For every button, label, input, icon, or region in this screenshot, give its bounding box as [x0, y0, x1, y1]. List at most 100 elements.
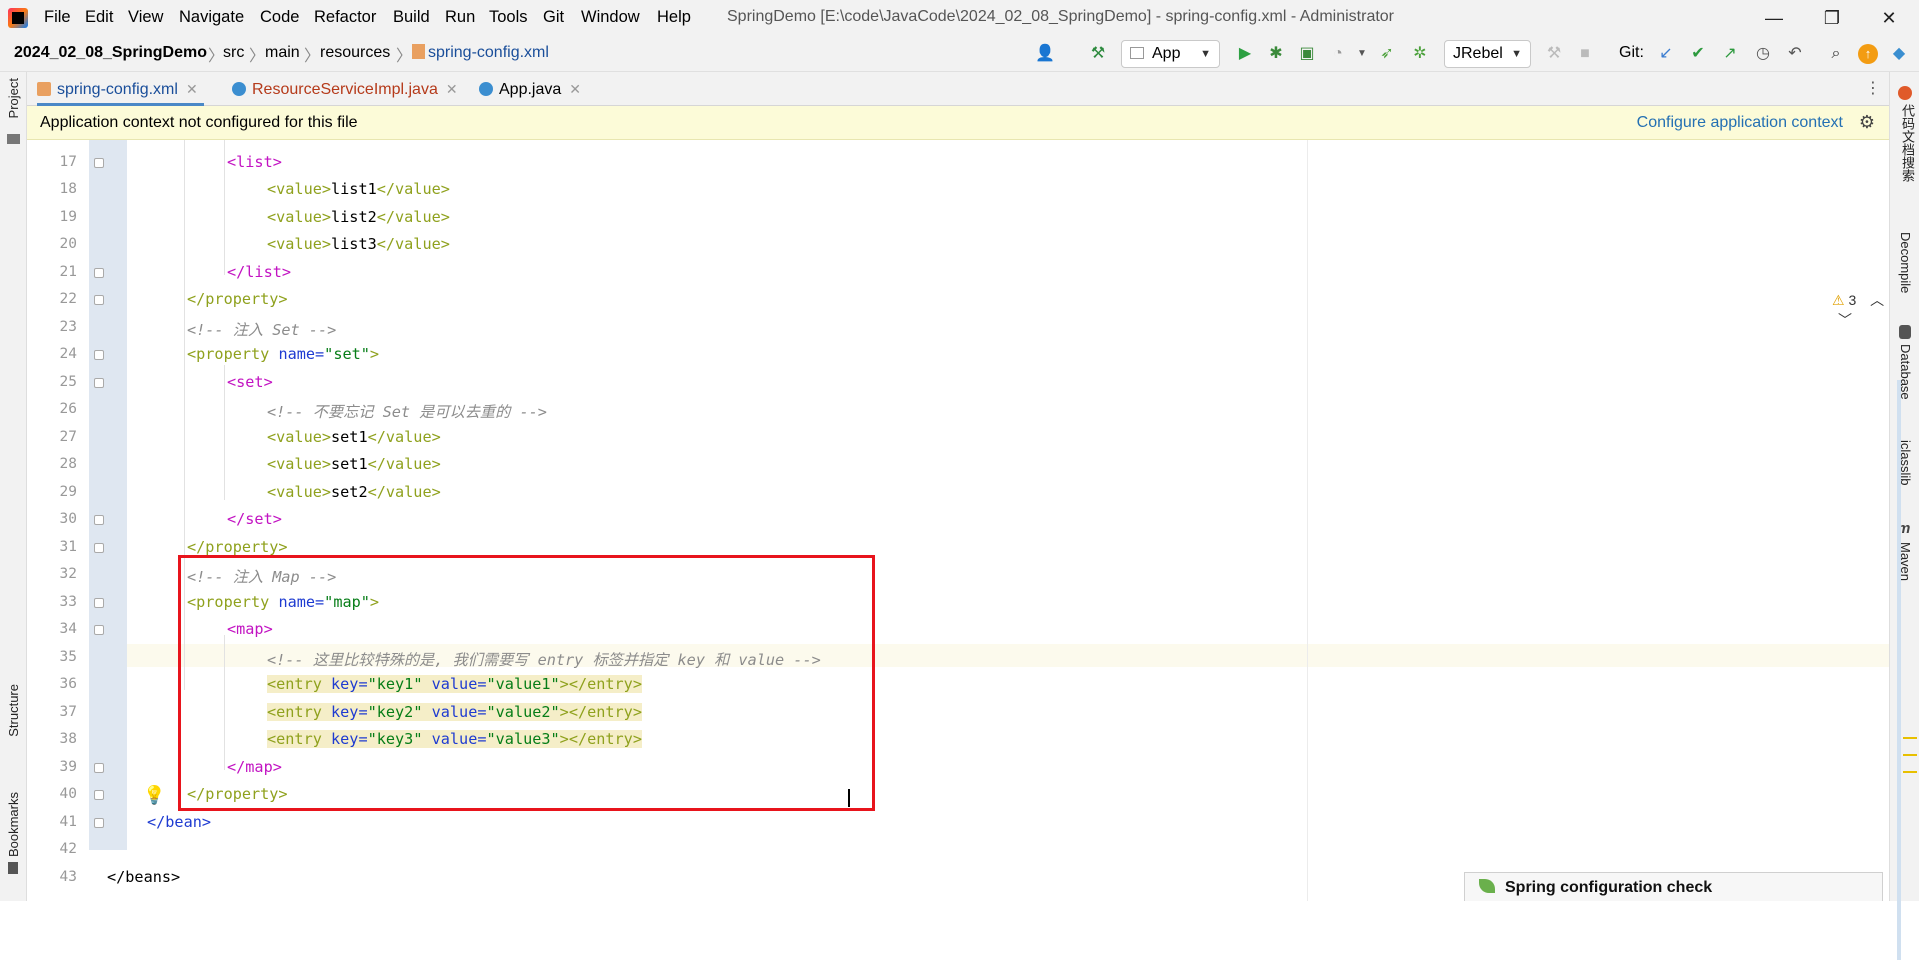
- ide-features-icon[interactable]: ◆: [1889, 44, 1909, 64]
- line-number: 39: [59, 759, 77, 775]
- code-line: <entry key="key1" value="value1"></entry…: [267, 675, 642, 693]
- menu-window[interactable]: Window: [581, 8, 640, 27]
- line-number: 21: [59, 264, 77, 280]
- configure-context-link[interactable]: Configure application context: [1637, 114, 1843, 132]
- code-line: <list>: [227, 153, 282, 171]
- restore-button[interactable]: ❐: [1815, 4, 1849, 32]
- fold-toggle[interactable]: [94, 295, 104, 305]
- fold-toggle[interactable]: [94, 598, 104, 608]
- menu-tools[interactable]: Tools: [489, 8, 528, 27]
- run-config-dropdown[interactable]: App ▼: [1121, 40, 1220, 68]
- scrollbar[interactable]: [1897, 380, 1901, 960]
- user-icon[interactable]: 👤: [1035, 44, 1055, 64]
- breadcrumb-main[interactable]: main: [265, 44, 300, 62]
- fold-toggle[interactable]: [94, 763, 104, 773]
- update-icon[interactable]: ↑: [1858, 44, 1878, 64]
- line-number: 43: [59, 869, 77, 885]
- rollback-icon[interactable]: ↶: [1785, 44, 1805, 64]
- line-number: 24: [59, 346, 77, 362]
- fold-toggle[interactable]: [94, 818, 104, 828]
- profile-icon[interactable]: ◔: [1328, 44, 1348, 64]
- close-icon[interactable]: ✕: [186, 81, 198, 97]
- decompile-tool-button[interactable]: Decompile: [1898, 232, 1913, 293]
- text-caret: [848, 789, 850, 807]
- menu-run[interactable]: Run: [445, 8, 475, 27]
- tab-spring-config-xml[interactable]: spring-config.xml ✕: [37, 72, 204, 106]
- breadcrumb-separator: 〉: [208, 48, 225, 65]
- minimize-button[interactable]: —: [1757, 4, 1791, 32]
- breadcrumb-separator: 〉: [304, 48, 321, 65]
- line-number: 37: [59, 704, 77, 720]
- jrebel-debug-icon[interactable]: ✲: [1410, 44, 1430, 64]
- menu-view[interactable]: View: [128, 8, 163, 27]
- git-push-icon[interactable]: ↗: [1720, 44, 1740, 64]
- debug-icon[interactable]: ✱: [1266, 44, 1286, 64]
- menu-git[interactable]: Git: [543, 8, 564, 27]
- hammer-disabled-icon: ⚒: [1546, 45, 1562, 62]
- line-number: 26: [59, 401, 77, 417]
- fold-toggle[interactable]: [94, 625, 104, 635]
- close-icon[interactable]: ✕: [446, 81, 458, 97]
- code-search-icon: [1898, 86, 1912, 100]
- build-hammer-icon[interactable]: ⚒: [1088, 44, 1108, 64]
- breadcrumb-project[interactable]: 2024_02_08_SpringDemo: [14, 44, 207, 62]
- run-icon[interactable]: ▶: [1235, 44, 1255, 64]
- fold-toggle[interactable]: [94, 790, 104, 800]
- tab-label: spring-config.xml: [57, 81, 178, 98]
- breadcrumb-src[interactable]: src: [223, 44, 244, 62]
- code-editor[interactable]: 17 18 19 20 21 22 23 24 25 26 27 28 29 3…: [27, 140, 1917, 960]
- fold-toggle[interactable]: [94, 515, 104, 525]
- editor-tab-bar: spring-config.xml ✕ ResourceServiceImpl.j…: [27, 72, 1889, 106]
- fold-toggle[interactable]: [94, 543, 104, 553]
- line-number: 19: [59, 209, 77, 225]
- fold-toggle[interactable]: [94, 158, 104, 168]
- git-commit-icon[interactable]: ✔: [1688, 44, 1708, 64]
- coverage-icon[interactable]: ▣: [1297, 44, 1317, 64]
- project-tool-button[interactable]: Project: [6, 78, 21, 118]
- chevron-up-icon[interactable]: ︿: [1870, 292, 1884, 308]
- jrebel-run-icon[interactable]: ➶: [1377, 44, 1397, 64]
- code-doc-search-tool-button[interactable]: 代码文档搜索: [1898, 104, 1917, 182]
- indent-guide: [224, 365, 225, 500]
- code-line: </beans>: [107, 868, 181, 886]
- menu-navigate[interactable]: Navigate: [179, 8, 244, 27]
- menu-file[interactable]: File: [44, 8, 71, 27]
- structure-tool-button[interactable]: Structure: [6, 684, 21, 737]
- fold-toggle[interactable]: [94, 350, 104, 360]
- stop-icon[interactable]: ■: [1575, 44, 1595, 64]
- menu-help[interactable]: Help: [657, 8, 691, 27]
- warning-stripe-marker[interactable]: [1903, 754, 1917, 756]
- search-icon[interactable]: ⌕: [1826, 44, 1846, 64]
- more-tabs-icon[interactable]: ⋮: [1865, 78, 1881, 98]
- breadcrumb-file[interactable]: spring-config.xml: [412, 44, 549, 62]
- chevron-down-icon[interactable]: ﹀: [1838, 312, 1852, 328]
- git-update-icon[interactable]: ↙: [1656, 44, 1676, 64]
- fold-toggle[interactable]: [94, 268, 104, 278]
- code-line: <!-- 这里比较特殊的是, 我们需要写 entry 标签并指定 key 和 v…: [267, 651, 821, 669]
- run-config-label: App: [1152, 45, 1181, 62]
- warning-stripe-marker[interactable]: [1903, 737, 1917, 739]
- menu-edit[interactable]: Edit: [85, 8, 113, 27]
- history-icon[interactable]: ◷: [1753, 44, 1773, 64]
- bookmarks-tool-button[interactable]: Bookmarks: [6, 792, 21, 857]
- breadcrumb-resources[interactable]: resources: [320, 44, 390, 62]
- line-number: 34: [59, 621, 77, 637]
- code-line: <value>list3</value>: [267, 235, 450, 253]
- warning-stripe-marker[interactable]: [1903, 771, 1917, 773]
- tab-app-java[interactable]: App.java ✕: [479, 72, 581, 106]
- more-run-chevron-icon[interactable]: ▼: [1352, 44, 1372, 64]
- tab-resource-service-impl[interactable]: ResourceServiceImpl.java ✕: [232, 72, 458, 106]
- spring-config-check-popup[interactable]: Spring configuration check: [1464, 872, 1883, 901]
- lightbulb-icon[interactable]: 💡: [143, 785, 165, 806]
- close-icon[interactable]: ✕: [569, 81, 581, 97]
- right-margin-guide: [1307, 140, 1308, 901]
- menu-build[interactable]: Build: [393, 8, 430, 27]
- menu-refactor[interactable]: Refactor: [314, 8, 376, 27]
- gear-icon[interactable]: ⚙: [1859, 112, 1875, 133]
- inspection-widget[interactable]: ⚠ 3 ︿ ﹀: [1832, 290, 1889, 330]
- close-window-button[interactable]: ✕: [1872, 4, 1906, 32]
- menu-code[interactable]: Code: [260, 8, 299, 27]
- indent-guide: [184, 140, 185, 690]
- jrebel-dropdown[interactable]: JRebel ▼: [1444, 40, 1531, 68]
- fold-toggle[interactable]: [94, 378, 104, 388]
